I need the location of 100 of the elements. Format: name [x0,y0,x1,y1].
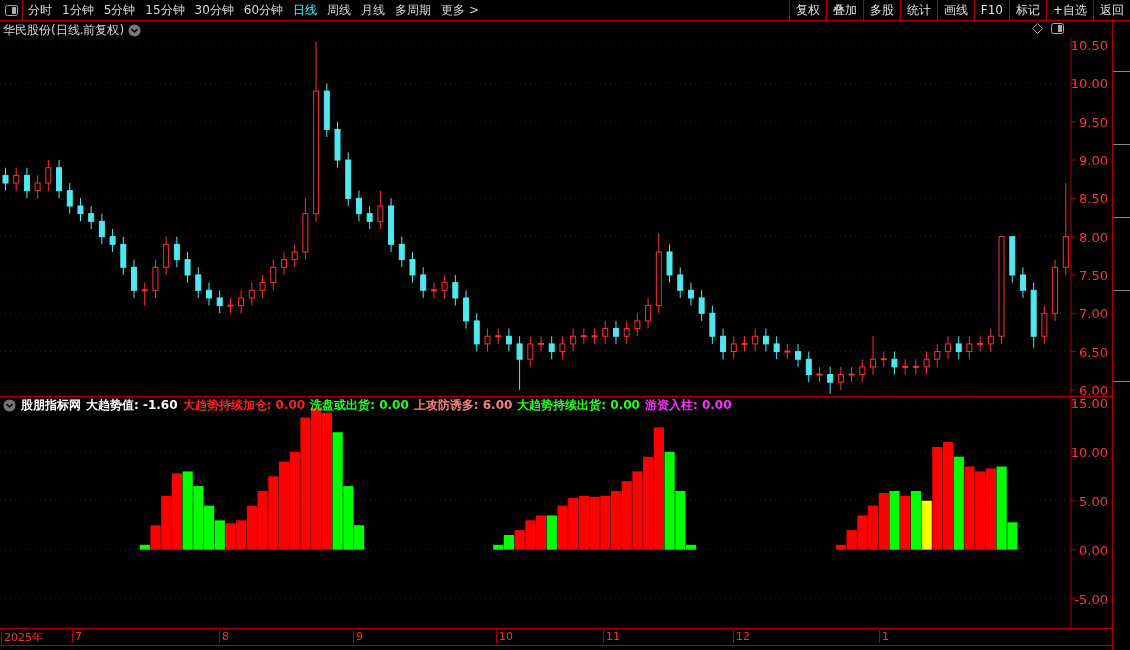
indicator-legend: 游资入柱: 0.00 [644,396,732,414]
candle [677,266,684,299]
candle [323,82,330,138]
candle [741,335,748,353]
candle [784,343,791,360]
candle [334,121,341,169]
candle [945,335,951,360]
candle [538,335,544,353]
candle [77,197,84,222]
candle [98,213,105,245]
period-tab[interactable]: 1分钟 [57,0,99,20]
histogram-bar [568,497,579,550]
candle [216,289,223,314]
histogram-bar [900,495,911,550]
axis-label: 5.00 [1079,493,1108,509]
candle [23,167,30,199]
axis-label: -5.00 [1074,591,1108,607]
period-tab[interactable]: 日线 [288,0,323,20]
panel-toggle-icon[interactable] [4,4,18,16]
period-tab[interactable]: 月线 [356,0,391,20]
candle [355,190,362,222]
candle [666,243,673,284]
period-tab[interactable]: 分时 [23,0,57,20]
date-label: 1 [879,630,889,643]
candle [131,259,137,299]
toolbar-button[interactable]: 返回 [1093,0,1130,20]
candle [280,251,287,276]
caret-icon[interactable] [128,23,142,37]
toolbar-button[interactable]: 统计 [899,0,937,20]
indicator-legend: 上攻防诱多: 6.00 [413,396,513,414]
diamond-icon[interactable] [1032,23,1043,34]
histogram-bar [546,515,557,550]
candle [66,182,73,215]
candle [795,343,802,368]
candle [173,236,180,268]
candle [827,366,834,395]
candle [880,351,887,368]
period-tab[interactable]: 15分钟 [140,0,190,20]
indicator-legend: 大趋势值: -1.60 [86,396,178,414]
candle [612,320,619,345]
date-label: 8 [219,630,229,643]
indicator-legend: 大趋势持续加仓: 0.00 [182,396,306,414]
candle [709,305,716,345]
candle [409,251,416,284]
period-tab[interactable]: 周线 [322,0,357,20]
histogram-bar [589,496,600,550]
axis-label: 9.00 [1079,153,1108,169]
toolbar-button[interactable]: 多股 [862,0,900,20]
candle [848,366,855,383]
candle [923,351,930,376]
toolbar-button[interactable]: F10 [973,0,1009,20]
toolbar-button[interactable]: 复权 [788,0,826,20]
candle [870,335,876,376]
axis-label: 10.00 [1070,76,1108,92]
axis-label: 6.00 [1079,382,1108,396]
histogram-bar [621,481,632,550]
candle [698,289,705,322]
candle [570,328,577,353]
candle [13,167,20,192]
candle [516,335,523,391]
period-tab[interactable]: 30分钟 [189,0,239,20]
indicator-legend: 洗盘或出货: 0.00 [310,396,409,414]
period-tab[interactable]: 多周期 [390,0,437,20]
date-label: 12 [733,630,750,643]
histogram-bar [868,505,879,550]
candle [388,197,395,253]
candle [505,328,512,353]
period-tab[interactable]: 更多 > [436,0,484,20]
candle [206,282,212,307]
candle [377,190,384,230]
period-tab[interactable]: 5分钟 [98,0,141,20]
candle [591,328,598,345]
axis-label: 8.50 [1079,191,1108,207]
period-tab[interactable]: 60分钟 [238,0,289,20]
caret-icon[interactable] [3,398,16,412]
histogram-bar [193,486,204,550]
candle [559,335,566,360]
histogram-bar [889,490,900,550]
candle [291,243,298,268]
histogram-bar [257,490,268,550]
candle [1009,236,1016,284]
candle [805,351,812,383]
toolbar-button[interactable]: 标记 [1008,0,1046,20]
toolbar-button[interactable]: +自选 [1045,0,1093,20]
candle [623,320,630,345]
candle [152,259,159,299]
candle [163,236,170,276]
candle [463,289,470,330]
candle [977,335,984,353]
candle [902,358,909,376]
candle [141,282,148,307]
date-label: 2025年 [1,630,43,645]
toolbar-button[interactable]: 叠加 [825,0,863,20]
candle [1041,305,1048,345]
axis-label: 7.50 [1079,267,1108,283]
panel-toggle-icon[interactable] [1051,23,1064,34]
candle [248,282,255,307]
toolbar-button[interactable]: 画线 [936,0,974,20]
axis-label: 9.50 [1079,114,1108,130]
candle [366,205,373,230]
